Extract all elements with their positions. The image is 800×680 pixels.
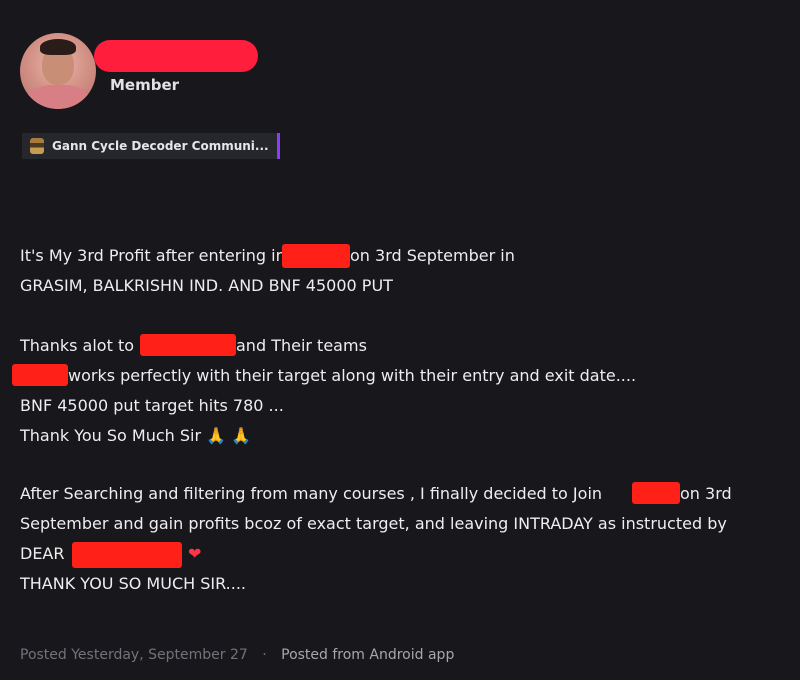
post-line-8: September and gain profits bcoz of exact… [20, 514, 727, 533]
community-icon [30, 138, 44, 154]
post-line-1a: It's My 3rd Profit after entering in [20, 246, 286, 265]
avatar-hair [40, 39, 76, 55]
community-label: Gann Cycle Decoder Communi... [52, 139, 269, 153]
posted-source: Posted from Android app [281, 647, 455, 663]
post-line-5: BNF 45000 put target hits 780 ... [20, 396, 284, 415]
post-line-3b: and Their teams [236, 336, 367, 355]
redaction [12, 364, 68, 386]
post-line-10: THANK YOU SO MUCH SIR.... [20, 574, 246, 593]
redaction [632, 482, 680, 504]
heart-icon: ❤ [188, 544, 202, 563]
posted-time[interactable]: Posted Yesterday, September 27 [20, 647, 248, 663]
avatar[interactable] [20, 33, 96, 109]
redaction [72, 542, 182, 568]
redaction [282, 244, 350, 268]
avatar-shirt [26, 85, 90, 109]
post-line-6: Thank You So Much Sir 🙏 🙏 [20, 426, 251, 445]
footer-separator: · [262, 647, 267, 663]
author-role: Member [110, 76, 180, 94]
folded-hands-icon: 🙏 🙏 [206, 426, 252, 445]
author-name-redaction[interactable] [94, 40, 258, 72]
post-line-9: DEAR [20, 544, 65, 563]
redaction [140, 334, 236, 356]
post-line-3a: Thanks alot to [20, 336, 135, 355]
post-line-7b: on 3rd [680, 484, 732, 503]
post-line-7a: After Searching and filtering from many … [20, 484, 603, 503]
post-line-2: GRASIM, BALKRISHN IND. AND BNF 45000 PUT [20, 276, 393, 295]
post-footer: Posted Yesterday, September 27 · Posted … [20, 647, 454, 663]
post-card: Member Gann Cycle Decoder Communi... It'… [0, 0, 800, 680]
post-line-4: works perfectly with their target along … [68, 366, 637, 385]
community-chip[interactable]: Gann Cycle Decoder Communi... [22, 133, 280, 159]
post-line-6-text: Thank You So Much Sir [20, 426, 202, 445]
post-line-1b: on 3rd September in [350, 246, 515, 265]
